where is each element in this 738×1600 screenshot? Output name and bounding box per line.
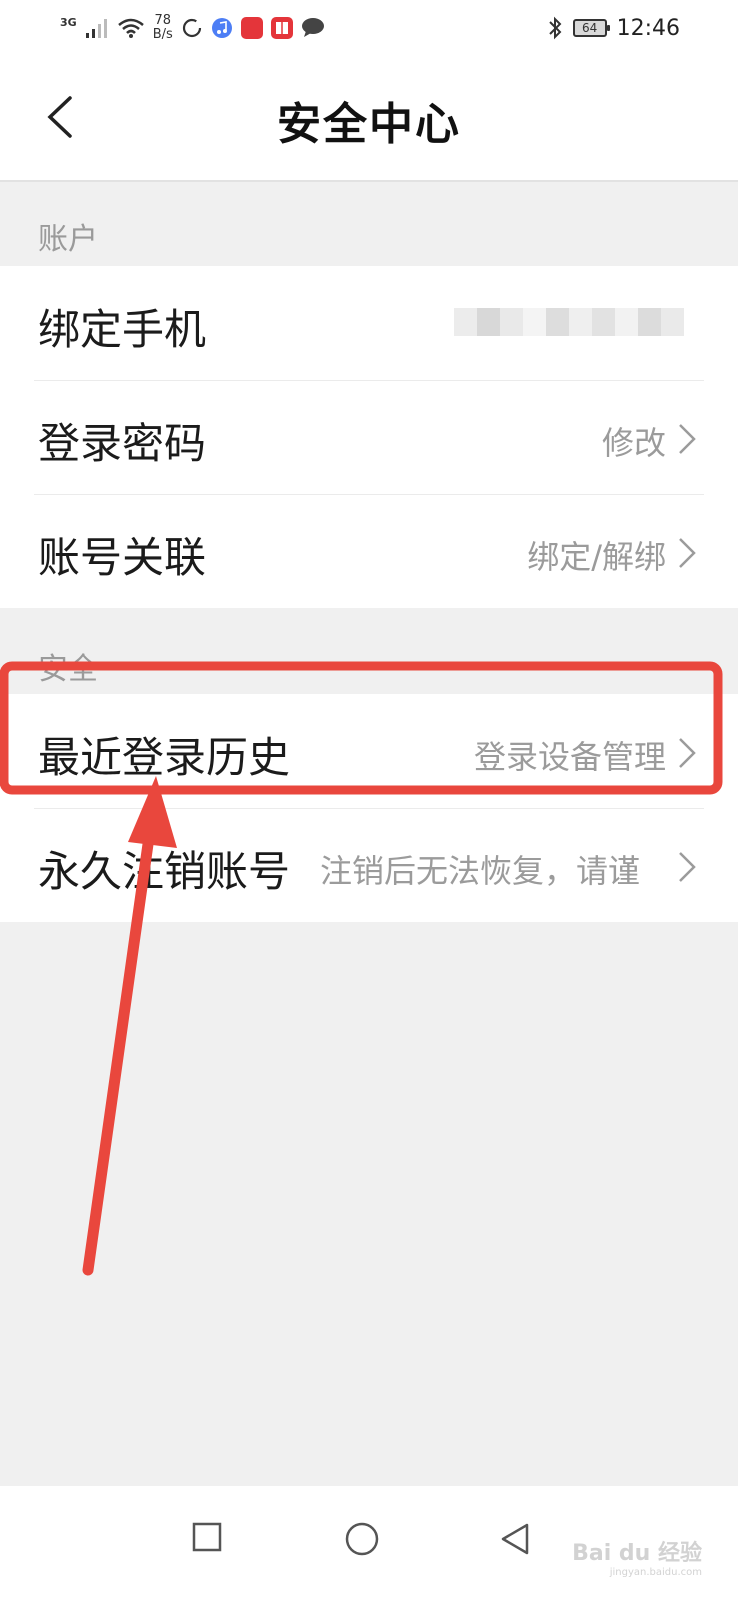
app-header: 安全中心 (0, 56, 738, 182)
row-value: 登录设备管理 (473, 738, 666, 776)
reader-app-icon (270, 17, 293, 39)
row-value: 注销后无法恢复，请谨 (320, 852, 641, 890)
network-type: 3G (60, 15, 77, 29)
security-group: 最近登录历史 登录设备管理 永久注销账号 注销后无法恢复，请谨 (0, 694, 738, 922)
row-recent-login-history[interactable]: 最近登录历史 登录设备管理 (0, 694, 738, 808)
huawei-app-icon (240, 17, 263, 39)
row-label: 永久注销账号 (38, 847, 291, 896)
network-speed: 78 B/s (153, 14, 173, 42)
security-center-screen: 3G 78 B/s 64 12:46 安全中心 账户 绑定手机 登录密码 修改 … (0, 0, 738, 1600)
row-account-link[interactable]: 账号关联 绑定/解绑 (0, 494, 738, 608)
account-group: 绑定手机 登录密码 修改 账号关联 绑定/解绑 (0, 266, 738, 608)
row-bind-phone[interactable]: 绑定手机 (0, 266, 738, 380)
watermark-url: jingyan.baidu.com (609, 1567, 702, 1578)
status-right: 64 12:46 (547, 12, 680, 44)
battery-indicator: 64 (572, 19, 610, 37)
row-value: 绑定/解绑 (527, 538, 666, 576)
chevron-right-icon (679, 424, 696, 454)
loading-circle-icon (182, 18, 201, 38)
row-value: 修改 (601, 424, 666, 462)
watermark-brand: Bai du 经验 (572, 1541, 702, 1566)
clock: 12:46 (616, 15, 680, 41)
row-delete-account[interactable]: 永久注销账号 注销后无法恢复，请谨 (0, 808, 738, 922)
chevron-right-icon (679, 852, 696, 882)
section-title-account: 账户 (38, 222, 98, 257)
chevron-right-icon (679, 738, 696, 768)
nav-back-button[interactable] (500, 1522, 530, 1556)
speed-value: 78 (154, 13, 171, 28)
status-left: 3G 78 B/s (60, 10, 325, 46)
row-label: 账号关联 (38, 533, 207, 582)
baidu-watermark: Bai du 经验 jingyan.baidu.com (572, 1535, 702, 1578)
message-icon (301, 18, 324, 37)
row-label: 最近登录历史 (38, 733, 291, 782)
page-title: 安全中心 (277, 99, 461, 150)
signal-icon (85, 19, 107, 38)
bluetooth-icon (548, 16, 562, 40)
system-nav-bar: Bai du 经验 jingyan.baidu.com (0, 1486, 738, 1600)
blurred-phone-number (454, 308, 684, 336)
status-bar: 3G 78 B/s 64 12:46 (0, 0, 738, 56)
recent-apps-button[interactable] (192, 1522, 222, 1552)
row-label: 登录密码 (38, 419, 207, 468)
speed-unit: B/s (152, 27, 173, 42)
music-app-icon (211, 18, 232, 38)
section-title-security: 安全 (38, 652, 98, 687)
row-label: 绑定手机 (38, 305, 207, 354)
row-login-password[interactable]: 登录密码 修改 (0, 380, 738, 494)
chevron-right-icon (679, 538, 696, 568)
home-button[interactable] (345, 1522, 379, 1556)
wifi-icon (117, 18, 144, 38)
